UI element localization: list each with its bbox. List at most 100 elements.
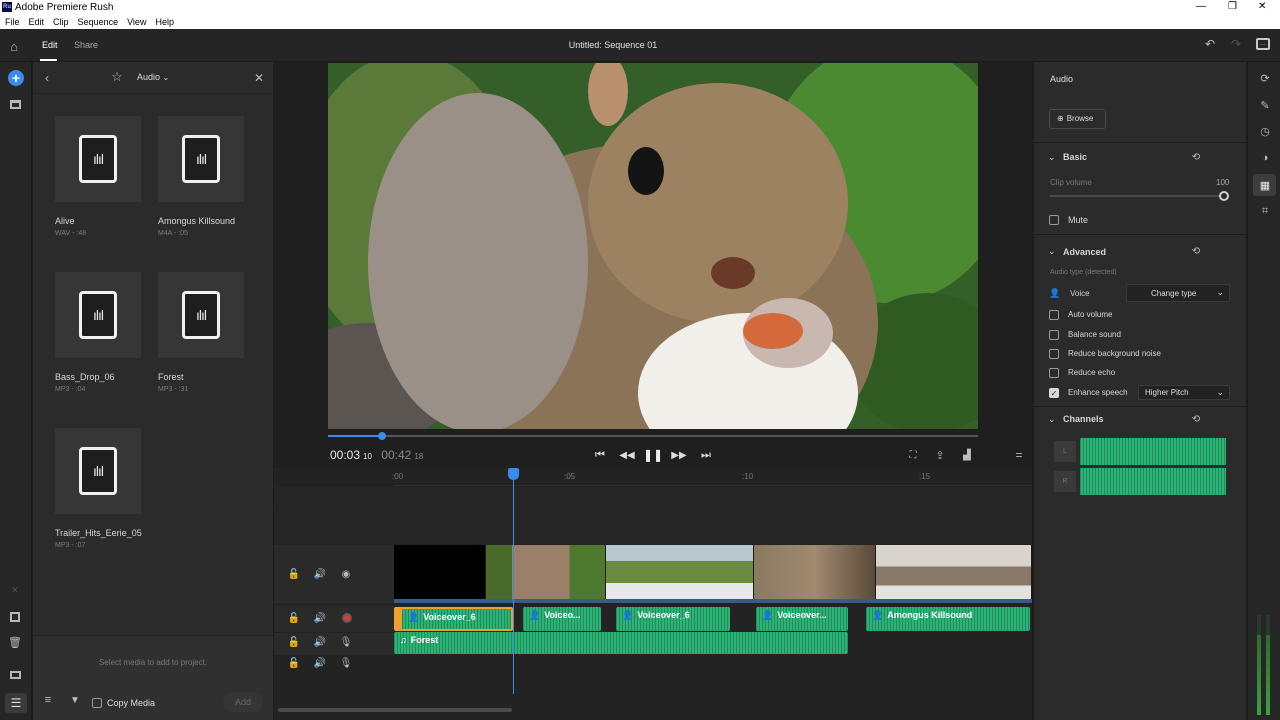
browse-button[interactable]: ⊕ Browse [1049,109,1106,129]
undo-icon[interactable]: ↶ [1203,37,1217,51]
menu-edit[interactable]: Edit [29,17,45,27]
feedback-icon[interactable]: … [1256,38,1270,50]
speaker-icon[interactable]: 🔊 [314,657,326,669]
close-small-icon[interactable]: ✕ [9,584,21,596]
timeline-menu-icon[interactable]: = [1012,448,1026,462]
copy-media-checkbox[interactable] [92,698,102,708]
add-media-button[interactable]: + [8,70,24,86]
video-clip[interactable] [394,545,486,599]
voice-clip[interactable]: 👤 Voiceover... [756,607,848,631]
reset-icon[interactable]: ⟲ [1190,413,1202,425]
home-icon[interactable]: ⌂ [6,38,22,54]
transitions-icon[interactable]: ✎ [1258,98,1272,112]
fit-frame-icon[interactable]: ⛶ [906,448,920,462]
pause-icon[interactable]: ❚❚ [643,448,663,462]
lock-icon[interactable]: 🔓 [288,568,300,580]
mute-checkbox[interactable] [1049,215,1059,225]
lock-icon[interactable]: 🔓 [288,612,300,624]
record-icon[interactable] [342,613,352,623]
trash-icon[interactable]: 🗑 [8,636,22,649]
tab-share[interactable]: Share [74,40,98,50]
chevron-down-icon[interactable]: ⌄ [1048,152,1056,163]
menu-clip[interactable]: Clip [53,17,69,27]
advanced-header[interactable]: Advanced [1063,247,1106,257]
close-icon[interactable]: ✕ [252,71,266,85]
export-frame-icon[interactable]: ⇪ [933,448,947,462]
aspect-ratio-icon[interactable]: ▟ [960,448,974,462]
tab-edit[interactable]: Edit [42,40,58,50]
clip-volume-slider[interactable] [1050,195,1222,197]
step-forward-icon[interactable]: ▶▶ [671,448,687,462]
voice-clip[interactable]: 👤 Voiceo... [523,607,601,631]
auto-volume-checkbox[interactable] [1049,310,1059,320]
filter-icon[interactable]: ▼ [69,694,81,706]
redo-icon[interactable]: ↷ [1229,37,1243,51]
reset-icon[interactable]: ⟲ [1190,245,1202,257]
add-button[interactable]: Add [223,692,263,712]
speed-icon[interactable]: ◷ [1258,124,1272,138]
eye-icon[interactable]: ◉ [340,568,352,580]
change-type-dropdown[interactable]: Change type ⌄ [1126,284,1230,302]
video-clip[interactable] [486,545,606,599]
crop-icon[interactable]: ⌗ [1258,204,1272,218]
balance-sound-checkbox[interactable] [1049,330,1059,340]
media-item[interactable]: ılıl Alive WAV - :48 [55,116,145,246]
menu-file[interactable]: File [5,17,20,27]
media-item[interactable]: ılıl Bass_Drop_06 MP3 - :04 [55,272,145,402]
voice-clip[interactable]: 👤 Amongus Killsound [866,607,1030,631]
microphone-icon[interactable]: 🎙 [340,636,353,648]
media-item[interactable]: ılıl Trailer_Hits_Eerie_05 MP3 - :07 [55,428,165,558]
media-icon[interactable] [10,100,21,109]
microphone-icon[interactable]: 🎙 [340,657,353,669]
clip-volume-handle[interactable] [1219,191,1229,201]
reset-icon[interactable]: ⟲ [1190,151,1202,163]
channel-left-button[interactable]: L [1054,441,1076,462]
close-window-button[interactable]: ✕ [1258,1,1266,12]
media-item[interactable]: ılıl Forest MP3 - :31 [158,272,248,402]
effects-icon[interactable]: ⟳ [1258,71,1272,85]
layout-icon[interactable] [10,671,21,679]
menu-sequence[interactable]: Sequence [78,17,119,27]
basic-header[interactable]: Basic [1063,152,1087,162]
voice-clip[interactable]: 👤 Voiceover_6 [616,607,730,631]
skip-end-icon[interactable]: ⏭ [698,448,714,462]
minimize-button[interactable]: — [1196,1,1206,12]
lock-icon[interactable]: 🔓 [288,636,300,648]
playhead-handle[interactable] [508,468,519,480]
reduce-echo-checkbox[interactable] [1049,368,1059,378]
back-icon[interactable]: ‹ [41,71,53,85]
star-icon[interactable]: ☆ [110,69,124,84]
video-preview[interactable] [328,63,978,429]
chevron-down-icon[interactable]: ⌄ [1048,414,1056,425]
channel-right-waveform[interactable] [1080,468,1226,495]
media-item[interactable]: ılıl Amongus Killsound M4A - :05 [158,116,268,246]
enhance-speech-checkbox[interactable]: ✓ [1049,388,1059,398]
menu-view[interactable]: View [127,17,146,27]
channel-right-button[interactable]: R [1054,471,1076,492]
skip-start-icon[interactable]: ⏮ [592,448,608,462]
video-clip[interactable] [606,545,754,599]
timeline-scrollbar[interactable] [278,708,512,712]
voice-clip-selected[interactable]: 👤 Voiceover_6 [394,607,513,631]
speaker-icon[interactable]: 🔊 [314,612,326,624]
clip-volume-value[interactable]: 100 [1216,178,1229,187]
video-clip[interactable] [876,545,1032,599]
enhance-speech-dropdown[interactable]: Higher Pitch ⌄ [1138,385,1230,400]
duplicate-icon[interactable] [10,612,20,622]
scrub-handle[interactable] [378,432,386,440]
reduce-background-noise-checkbox[interactable] [1049,349,1059,359]
chevron-down-icon[interactable]: ⌄ [1048,246,1056,257]
channel-left-waveform[interactable] [1080,438,1226,465]
maximize-button[interactable]: ❐ [1228,1,1237,12]
speaker-icon[interactable]: 🔊 [314,636,326,648]
speaker-icon[interactable]: 🔊 [314,568,326,580]
music-clip[interactable]: ♫ Forest [394,632,848,654]
menu-help[interactable]: Help [155,17,174,27]
scrub-track[interactable] [328,435,978,437]
channels-header[interactable]: Channels [1063,414,1104,424]
video-clip[interactable] [754,545,876,599]
category-dropdown[interactable]: Audio ⌄ [137,72,169,82]
step-back-icon[interactable]: ◀◀ [619,448,635,462]
lock-icon[interactable]: 🔓 [288,657,300,669]
color-icon[interactable]: ◑ [1258,151,1272,165]
